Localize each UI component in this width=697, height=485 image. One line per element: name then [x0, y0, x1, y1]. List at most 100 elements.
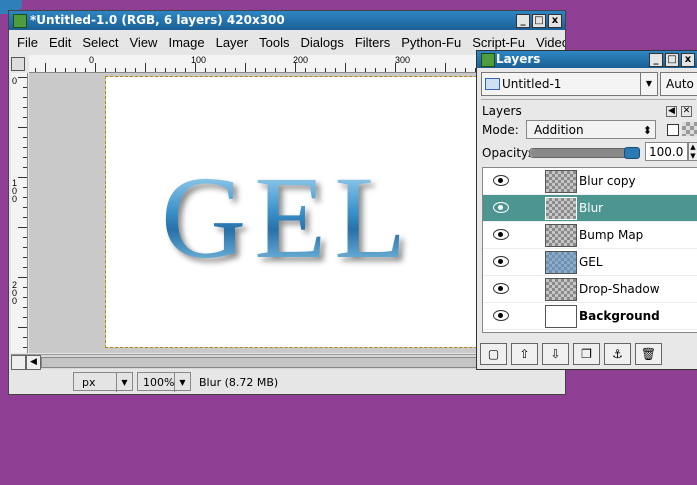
- minimize-button[interactable]: _: [516, 14, 530, 28]
- close-button[interactable]: x: [548, 14, 562, 28]
- minimize-button[interactable]: _: [649, 53, 663, 67]
- visibility-eye-icon[interactable]: [493, 283, 509, 294]
- ruler-tick: [55, 68, 56, 72]
- tab-menu-icon[interactable]: ◀: [666, 106, 677, 117]
- layer-name: Background: [579, 309, 660, 323]
- mode-select[interactable]: Addition ⬍: [526, 120, 656, 139]
- raise-layer-icon[interactable]: ⇧: [511, 343, 538, 365]
- ruler-tick: [425, 68, 426, 72]
- ruler-tick: [265, 68, 266, 72]
- visibility-eye-icon[interactable]: [493, 202, 509, 213]
- delete-layer-icon[interactable]: 🗑: [635, 343, 662, 365]
- unit-selector[interactable]: px ▼: [73, 372, 133, 392]
- layer-list: Blur copy Blur Bump Map GEL Drop-Shadow Backg…: [482, 167, 697, 333]
- layer-row[interactable]: Bump Map: [483, 222, 697, 249]
- quick-mask-toggle[interactable]: [11, 57, 25, 71]
- menu-edit[interactable]: Edit: [49, 35, 71, 50]
- ruler-tick: [23, 247, 27, 248]
- layers-titlebar[interactable]: Layers _ □ x: [477, 51, 697, 68]
- vertical-ruler[interactable]: 0 100 200: [11, 73, 28, 353]
- image-window-titlebar[interactable]: *Untitled-1.0 (RGB, 6 layers) 420x300 _ …: [9, 11, 565, 30]
- visibility-eye-icon[interactable]: [493, 229, 509, 240]
- ruler-tick: [23, 217, 27, 218]
- opacity-spinner[interactable]: ▲ ▼: [688, 142, 697, 161]
- layer-name: GEL: [579, 255, 603, 269]
- menu-dialogs[interactable]: Dialogs: [300, 35, 343, 50]
- menu-file[interactable]: File: [17, 35, 38, 50]
- ruler-tick: [325, 68, 326, 72]
- menu-view[interactable]: View: [130, 35, 158, 50]
- ruler-label: 100: [12, 178, 18, 204]
- visibility-eye-icon[interactable]: [493, 310, 509, 321]
- layer-row[interactable]: Blur: [483, 195, 697, 222]
- anchor-layer-icon[interactable]: ⚓: [604, 343, 631, 365]
- duplicate-layer-icon[interactable]: ❐: [573, 343, 600, 365]
- image-window-title: *Untitled-1.0 (RGB, 6 layers) 420x300: [30, 13, 285, 27]
- mode-value: Addition: [534, 123, 584, 137]
- ruler-tick: [175, 68, 176, 72]
- unit-value: px: [82, 376, 96, 389]
- ruler-tick: [23, 317, 27, 318]
- ruler-tick: [225, 68, 226, 72]
- close-button[interactable]: x: [681, 53, 695, 67]
- menu-select[interactable]: Select: [82, 35, 118, 50]
- ruler-tick: [245, 63, 246, 72]
- divider: [481, 99, 696, 100]
- ruler-tick: [445, 63, 446, 72]
- ruler-tick: [345, 63, 346, 72]
- menu-script-fu[interactable]: Script-Fu: [472, 35, 525, 50]
- opacity-input[interactable]: 100.0: [645, 142, 688, 161]
- ruler-tick: [415, 68, 416, 72]
- maximize-button[interactable]: □: [665, 53, 679, 67]
- image-selector[interactable]: Untitled-1 ▼: [481, 72, 658, 96]
- menu-python-fu[interactable]: Python-Fu: [401, 35, 461, 50]
- ruler-tick: [395, 63, 396, 72]
- scroll-left-icon[interactable]: ◀: [26, 355, 41, 370]
- menu-filters[interactable]: Filters: [355, 35, 390, 50]
- opacity-slider[interactable]: [529, 147, 640, 159]
- lower-layer-icon[interactable]: ⇩: [542, 343, 569, 365]
- ruler-tick: [23, 137, 27, 138]
- ruler-tick: [23, 157, 27, 158]
- new-layer-icon[interactable]: ▢: [480, 343, 507, 365]
- layers-dock: Layers _ □ x Untitled-1 ▼ Auto Layers ◀ ✕…: [476, 50, 697, 370]
- lock-alpha-icon: [682, 122, 697, 136]
- layer-row[interactable]: GEL: [483, 249, 697, 276]
- ruler-tick: [23, 197, 27, 198]
- layer-row[interactable]: Drop-Shadow: [483, 276, 697, 303]
- close-tab-icon[interactable]: ✕: [681, 106, 692, 117]
- layer-name: Blur: [579, 201, 604, 215]
- layer-thumbnail: [545, 170, 577, 193]
- statusbar: px ▼ 100% ▼ Blur (8.72 MB): [11, 371, 563, 393]
- navigate-icon[interactable]: [11, 355, 26, 370]
- ruler-tick: [105, 68, 106, 72]
- visibility-eye-icon[interactable]: [493, 256, 509, 267]
- ruler-tick: [23, 347, 27, 348]
- lock-alpha-checkbox[interactable]: [667, 124, 679, 136]
- menu-video[interactable]: Video: [536, 35, 565, 50]
- ruler-tick: [195, 63, 196, 72]
- auto-button[interactable]: Auto: [660, 72, 697, 96]
- ruler-tick: [23, 167, 27, 168]
- ruler-tick: [435, 68, 436, 72]
- maximize-button[interactable]: □: [532, 14, 546, 28]
- image-thumbnail-icon: [485, 78, 500, 90]
- ruler-tick: [18, 177, 27, 178]
- zoom-selector[interactable]: 100% ▼: [137, 372, 191, 392]
- visibility-eye-icon[interactable]: [493, 175, 509, 186]
- menu-tools[interactable]: Tools: [259, 35, 289, 50]
- menu-image[interactable]: Image: [168, 35, 204, 50]
- ruler-tick: [23, 297, 27, 298]
- ruler-tick: [18, 77, 27, 78]
- layer-row[interactable]: Background: [483, 303, 697, 330]
- ruler-tick: [23, 147, 27, 148]
- ruler-tick: [125, 68, 126, 72]
- menu-layer[interactable]: Layer: [216, 35, 249, 50]
- ruler-tick: [365, 68, 366, 72]
- opacity-slider-knob[interactable]: [624, 147, 640, 159]
- layer-row[interactable]: Blur copy: [483, 168, 697, 195]
- ruler-tick: [85, 68, 86, 72]
- layer-name: Blur copy: [579, 174, 636, 188]
- ruler-tick: [385, 68, 386, 72]
- ruler-label: 300: [395, 55, 411, 65]
